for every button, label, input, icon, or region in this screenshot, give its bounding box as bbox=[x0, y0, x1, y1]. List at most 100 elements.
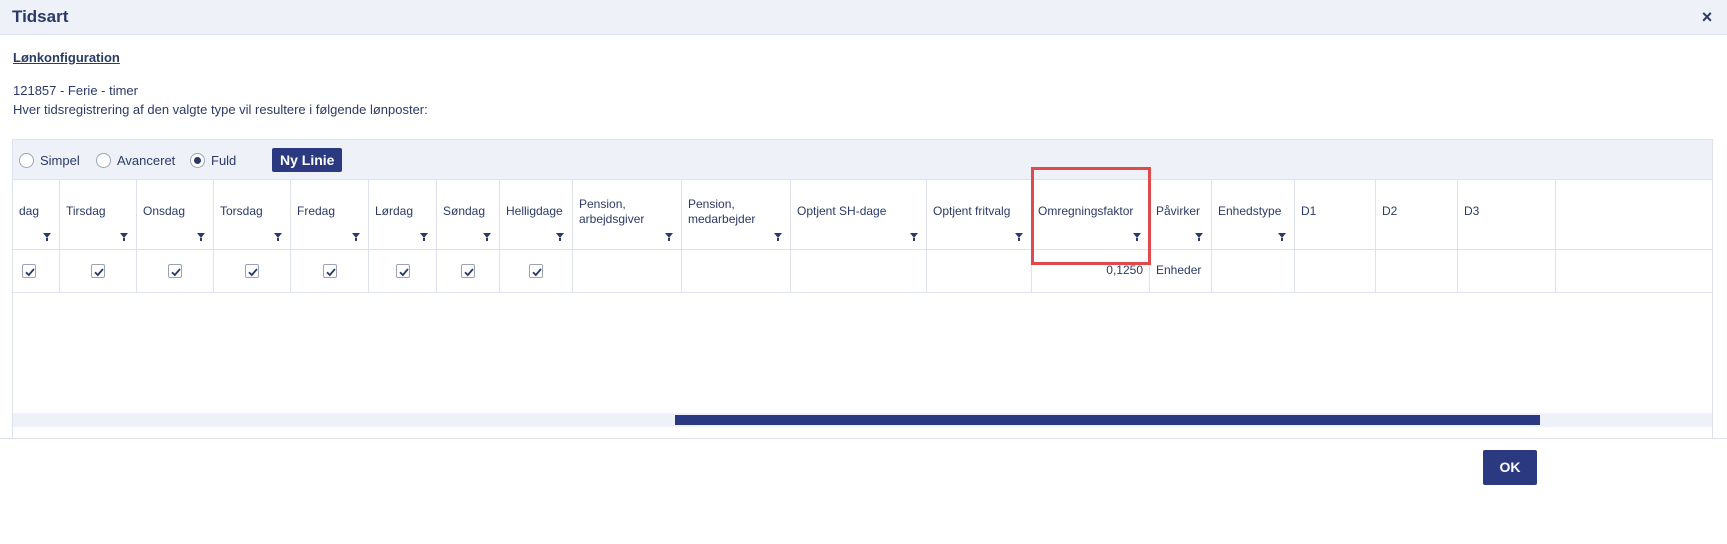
radio-simple-label: Simpel bbox=[40, 152, 80, 168]
filter-icon[interactable] bbox=[274, 233, 282, 241]
column-header[interactable]: Onsdag bbox=[137, 180, 214, 249]
radio-checked-icon bbox=[190, 152, 205, 168]
table-cell[interactable]: Enheder bbox=[1150, 250, 1212, 292]
filter-icon[interactable] bbox=[483, 233, 491, 241]
table-cell[interactable] bbox=[214, 250, 291, 292]
timetype-info: 121857 - Ferie - timer bbox=[13, 83, 138, 98]
salary-lines-grid: Simpel Avanceret Fuld Ny Linie dag Tirsda… bbox=[12, 139, 1713, 471]
grid-header-row: dag Tirsdag Onsdag Torsdag Fredag Lørdag Sønda… bbox=[13, 180, 1712, 250]
column-header[interactable]: Torsdag bbox=[214, 180, 291, 249]
column-header[interactable]: Helligdage bbox=[500, 180, 573, 249]
filter-icon[interactable] bbox=[420, 233, 428, 241]
new-line-button[interactable]: Ny Linie bbox=[272, 148, 343, 172]
column-header-label: Pension, medarbejder bbox=[688, 197, 756, 226]
lonkonfiguration-link[interactable]: Lønkonfiguration bbox=[13, 50, 120, 65]
radio-circle-icon bbox=[19, 152, 34, 168]
filter-icon[interactable] bbox=[197, 233, 205, 241]
column-header[interactable]: D2 bbox=[1376, 180, 1458, 249]
column-header-label: Tirsdag bbox=[66, 204, 106, 218]
dialog-title-bar: Tidsart × bbox=[0, 0, 1727, 35]
table-cell[interactable] bbox=[60, 250, 137, 292]
radio-full[interactable]: Fuld bbox=[190, 152, 236, 168]
column-header-label: Optjent fritvalg bbox=[933, 204, 1011, 218]
filter-icon[interactable] bbox=[1133, 233, 1141, 241]
filter-icon[interactable] bbox=[1015, 233, 1023, 241]
radio-simple[interactable]: Simpel bbox=[19, 152, 80, 168]
filter-icon[interactable] bbox=[352, 233, 360, 241]
column-header-label: Onsdag bbox=[143, 204, 186, 218]
radio-advanced[interactable]: Avanceret bbox=[96, 152, 175, 168]
column-header[interactable]: Optjent fritvalg bbox=[927, 180, 1032, 249]
column-header-label: Søndag bbox=[443, 204, 486, 218]
table-cell[interactable]: 0,1250 bbox=[1032, 250, 1150, 292]
column-header-label: Optjent SH-dage bbox=[797, 204, 887, 218]
table-cell[interactable] bbox=[437, 250, 500, 292]
table-cell[interactable] bbox=[1376, 250, 1458, 292]
column-header[interactable]: Lørdag bbox=[369, 180, 437, 249]
table-cell[interactable] bbox=[291, 250, 369, 292]
checkbox-checked-icon[interactable] bbox=[529, 264, 543, 278]
checkbox-checked-icon[interactable] bbox=[22, 264, 36, 278]
filter-icon[interactable] bbox=[43, 233, 51, 241]
close-icon[interactable]: × bbox=[1697, 7, 1717, 27]
checkbox-checked-icon[interactable] bbox=[245, 264, 259, 278]
filter-icon[interactable] bbox=[556, 233, 564, 241]
dialog-title: Tidsart bbox=[12, 7, 69, 26]
column-header[interactable]: Fredag bbox=[291, 180, 369, 249]
table-cell[interactable] bbox=[1458, 250, 1556, 292]
table-cell[interactable] bbox=[13, 250, 60, 292]
column-header-label: D3 bbox=[1464, 204, 1480, 218]
filter-icon[interactable] bbox=[910, 233, 918, 241]
column-header[interactable]: D1 bbox=[1295, 180, 1376, 249]
column-header[interactable]: Pension, arbejdsgiver bbox=[573, 180, 682, 249]
table-cell[interactable] bbox=[369, 250, 437, 292]
cell-value: Enheder bbox=[1156, 263, 1202, 277]
column-header-label: Fredag bbox=[297, 204, 336, 218]
column-header-label: D2 bbox=[1382, 204, 1398, 218]
column-header[interactable]: Optjent SH-dage bbox=[791, 180, 927, 249]
column-header-label: Påvirker bbox=[1156, 204, 1201, 218]
column-header[interactable]: dag bbox=[13, 180, 60, 249]
filter-icon[interactable] bbox=[774, 233, 782, 241]
column-header-label: dag bbox=[19, 204, 40, 218]
column-header[interactable]: D3 bbox=[1458, 180, 1556, 249]
radio-full-label: Fuld bbox=[211, 152, 237, 168]
column-header[interactable]: Omregningsfaktor bbox=[1032, 180, 1150, 249]
horizontal-scrollbar-thumb[interactable] bbox=[675, 415, 1540, 425]
table-cell[interactable] bbox=[137, 250, 214, 292]
checkbox-checked-icon[interactable] bbox=[395, 264, 410, 278]
radio-advanced-label: Avanceret bbox=[117, 152, 176, 168]
filter-icon[interactable] bbox=[120, 233, 128, 241]
column-header[interactable]: Søndag bbox=[437, 180, 500, 249]
table-cell[interactable] bbox=[1295, 250, 1376, 292]
table-cell[interactable] bbox=[500, 250, 573, 292]
column-header[interactable]: Pension, medarbejder bbox=[682, 180, 791, 249]
checkbox-checked-icon[interactable] bbox=[461, 264, 475, 278]
grid-toolbar: Simpel Avanceret Fuld Ny Linie bbox=[13, 140, 1712, 180]
filter-icon[interactable] bbox=[1278, 233, 1286, 241]
column-header-label: Pension, arbejdsgiver bbox=[579, 197, 645, 226]
column-header-label: Enhedstype bbox=[1218, 204, 1282, 218]
checkbox-checked-icon[interactable] bbox=[168, 264, 182, 278]
table-cell[interactable] bbox=[791, 250, 927, 292]
tidsart-dialog: Tidsart × Lønkonfiguration 121857 - Feri… bbox=[0, 0, 1727, 544]
dialog-footer bbox=[0, 438, 1727, 544]
table-row[interactable]: 0,1250 Enheder bbox=[13, 250, 1712, 293]
filter-icon[interactable] bbox=[1195, 233, 1203, 241]
table-cell[interactable] bbox=[1212, 250, 1295, 292]
column-header[interactable]: Påvirker bbox=[1150, 180, 1212, 249]
description-text: Hver tidsregistrering af den valgte type… bbox=[13, 102, 428, 117]
column-header[interactable]: Enhedstype bbox=[1212, 180, 1295, 249]
table-cell[interactable] bbox=[682, 250, 791, 292]
radio-circle-icon bbox=[96, 152, 111, 168]
table-cell[interactable] bbox=[573, 250, 682, 292]
column-header-label: Omregningsfaktor bbox=[1038, 204, 1134, 218]
checkbox-checked-icon[interactable] bbox=[91, 264, 105, 278]
column-header[interactable]: Tirsdag bbox=[60, 180, 137, 249]
ok-button[interactable]: OK bbox=[1483, 450, 1537, 485]
filter-icon[interactable] bbox=[665, 233, 673, 241]
checkbox-checked-icon[interactable] bbox=[322, 264, 337, 278]
column-header-label: D1 bbox=[1301, 204, 1317, 218]
column-header-label: Lørdag bbox=[375, 204, 414, 218]
table-cell[interactable] bbox=[927, 250, 1032, 292]
